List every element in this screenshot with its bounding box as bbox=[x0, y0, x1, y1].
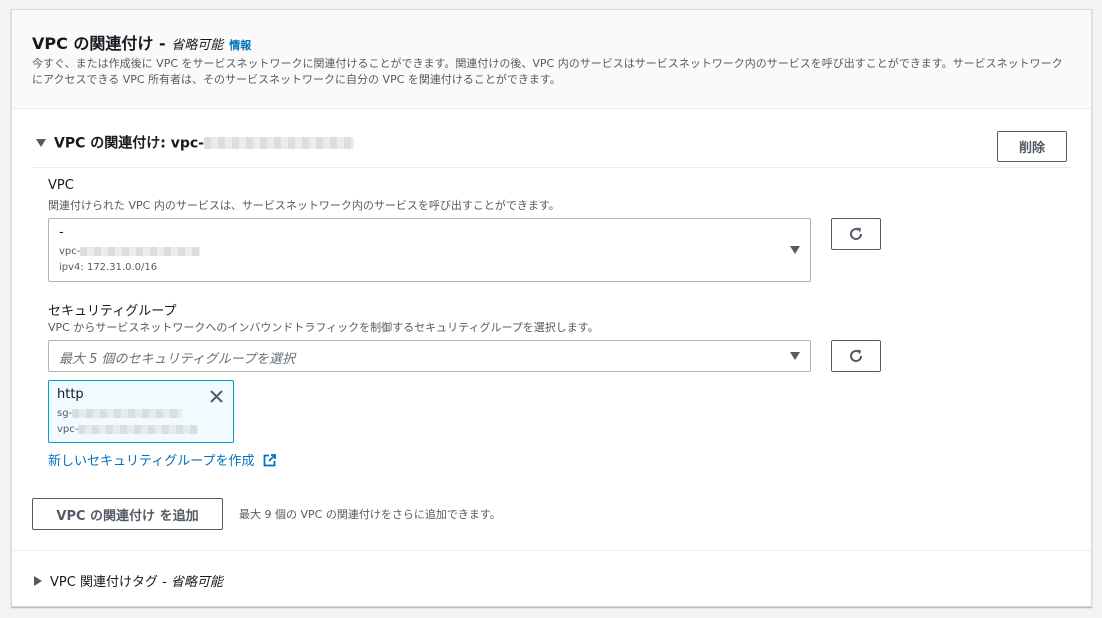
create-security-group-link[interactable]: 新しいセキュリティグループを作成 bbox=[48, 450, 276, 469]
vpc-refresh-button[interactable] bbox=[831, 218, 881, 250]
security-group-placeholder: 最大 5 個のセキュリティグループを選択 bbox=[59, 352, 295, 367]
add-association-hint: 最大 9 個の VPC の関連付けをさらに追加できます。 bbox=[239, 508, 501, 521]
caret-down-icon bbox=[790, 246, 800, 254]
info-link[interactable]: 情報 bbox=[229, 39, 251, 52]
add-vpc-association-button[interactable]: VPC の関連付け を追加 bbox=[32, 498, 223, 530]
refresh-icon bbox=[850, 349, 863, 362]
association-title: VPC の関連付け: vpc- bbox=[54, 135, 204, 152]
token-name: http bbox=[57, 387, 84, 402]
security-group-hint: VPC からサービスネットワークへのインバウンドトラフィックを制御するセキュリテ… bbox=[48, 321, 599, 334]
redacted-token-vpc-id bbox=[78, 424, 199, 434]
external-link-icon bbox=[263, 454, 276, 467]
token-vpc-id: vpc- bbox=[57, 424, 199, 435]
panel-title-row: VPC の関連付け - 省略可能 情報 bbox=[32, 30, 251, 54]
token-vpc-prefix: vpc- bbox=[57, 424, 79, 435]
token-sg-id: sg- bbox=[57, 408, 183, 419]
vpc-association-panel: VPC の関連付け - 省略可能 情報 今すぐ、または作成後に VPC をサービス… bbox=[11, 9, 1092, 607]
close-icon[interactable] bbox=[210, 390, 223, 403]
remove-association-button[interactable]: 削除 bbox=[997, 131, 1067, 162]
association-divider bbox=[32, 167, 1071, 168]
vpc-selected-id: vpc- bbox=[59, 246, 201, 257]
caret-down-icon bbox=[790, 352, 800, 360]
vpc-field-hint: 関連付けられた VPC 内のサービスは、サービスネットワーク内のサービスを呼び出… bbox=[48, 199, 560, 212]
security-group-refresh-button[interactable] bbox=[831, 340, 881, 372]
vpc-selected-name: - bbox=[59, 225, 64, 240]
tags-title-optional: 省略可能 bbox=[170, 575, 223, 590]
security-group-token: http sg- vpc- bbox=[48, 380, 234, 443]
create-security-group-label: 新しいセキュリティグループを作成 bbox=[48, 454, 255, 469]
redacted-sg-id bbox=[72, 408, 183, 418]
tags-divider bbox=[12, 550, 1091, 551]
panel-title-optional: 省略可能 bbox=[171, 38, 224, 53]
security-group-select[interactable]: 最大 5 個のセキュリティグループを選択 bbox=[48, 340, 811, 372]
refresh-icon bbox=[850, 227, 863, 240]
redacted-vpc-id bbox=[203, 136, 354, 149]
caret-right-icon bbox=[34, 575, 42, 586]
redacted-vpc-id-2 bbox=[80, 246, 201, 256]
token-sg-prefix: sg- bbox=[57, 408, 73, 419]
panel-title: VPC の関連付け - bbox=[32, 34, 172, 53]
caret-down-icon bbox=[36, 138, 46, 147]
tags-expander[interactable]: VPC 関連付けタグ - 省略可能 bbox=[34, 570, 223, 590]
panel-description: 今すぐ、または作成後に VPC をサービスネットワークに関連付けることができます… bbox=[32, 57, 1063, 86]
tags-title: VPC 関連付けタグ - bbox=[50, 575, 171, 590]
vpc-select[interactable]: - vpc- ipv4: 172.31.0.0/16 bbox=[48, 218, 811, 282]
vpc-id-prefix: vpc- bbox=[59, 246, 81, 257]
vpc-selected-cidr: ipv4: 172.31.0.0/16 bbox=[59, 262, 158, 273]
security-group-label: セキュリティグループ bbox=[48, 304, 177, 319]
association-expander[interactable]: VPC の関連付け: vpc- bbox=[36, 132, 354, 153]
vpc-field-label: VPC bbox=[48, 178, 74, 193]
panel-header: VPC の関連付け - 省略可能 情報 今すぐ、または作成後に VPC をサービス… bbox=[12, 10, 1091, 109]
